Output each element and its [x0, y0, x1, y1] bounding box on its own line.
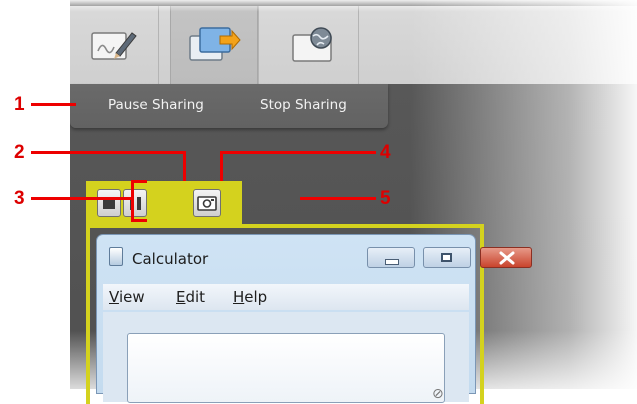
callout-4-line [220, 151, 376, 154]
callout-2-line-drop [183, 151, 186, 181]
callout-3: 3 [14, 188, 25, 209]
memory-icon: ⊘ [432, 386, 444, 402]
stop-sharing-button[interactable] [97, 189, 121, 217]
snapshot-button[interactable] [193, 189, 221, 217]
callout-3-bracket-bottom [131, 219, 147, 222]
minimize-button[interactable] [367, 247, 415, 268]
callout-3-bracket-top [131, 180, 147, 183]
callout-4-line-drop [220, 151, 223, 181]
annotate-button[interactable] [70, 6, 158, 84]
maximize-button[interactable] [423, 247, 471, 268]
callout-3-bracket [131, 180, 134, 222]
callout-1: 1 [14, 94, 25, 115]
menu-view[interactable]: View [109, 288, 145, 306]
screenshot-stage: Pause Sharing Stop Sharing Calculator Vi… [0, 0, 637, 404]
close-icon [499, 251, 515, 265]
callout-4: 4 [380, 142, 391, 163]
toolbar-separator [258, 6, 259, 84]
calculator-window: Calculator View Edit Help ⊘ [96, 234, 532, 403]
calculator-title: Calculator [132, 250, 209, 268]
close-button[interactable] [480, 247, 532, 268]
callout-5: 5 [380, 188, 391, 209]
maximize-icon [441, 253, 452, 262]
menu-help[interactable]: Help [233, 288, 267, 306]
pause-sharing-button[interactable] [123, 189, 147, 217]
share-screen-button[interactable] [170, 6, 258, 84]
calculator-menu-bar: View Edit Help [103, 284, 469, 310]
pause-sharing-menu-item[interactable]: Pause Sharing [108, 97, 204, 113]
web-share-icon [292, 27, 332, 62]
callout-2-line [31, 151, 186, 154]
calculator-app-icon [109, 247, 123, 266]
share-screen-icon [189, 27, 241, 61]
snapshot-icon [197, 196, 217, 211]
annotate-icon [91, 32, 137, 60]
share-submenu: Pause Sharing Stop Sharing [70, 84, 388, 128]
callout-1-line [31, 103, 76, 106]
sharing-control-bar [86, 181, 242, 224]
minimize-icon [385, 259, 399, 265]
toolbar-separator [158, 6, 159, 84]
menu-edit[interactable]: Edit [176, 288, 205, 306]
top-toolbar [70, 6, 637, 84]
callout-3-line [31, 197, 134, 200]
toolbar-separator [358, 6, 359, 84]
stop-sharing-menu-item[interactable]: Stop Sharing [260, 97, 347, 113]
web-share-button[interactable] [270, 6, 358, 84]
calculator-display: ⊘ [127, 333, 445, 403]
callout-5-line [300, 197, 376, 200]
callout-2: 2 [14, 142, 25, 163]
